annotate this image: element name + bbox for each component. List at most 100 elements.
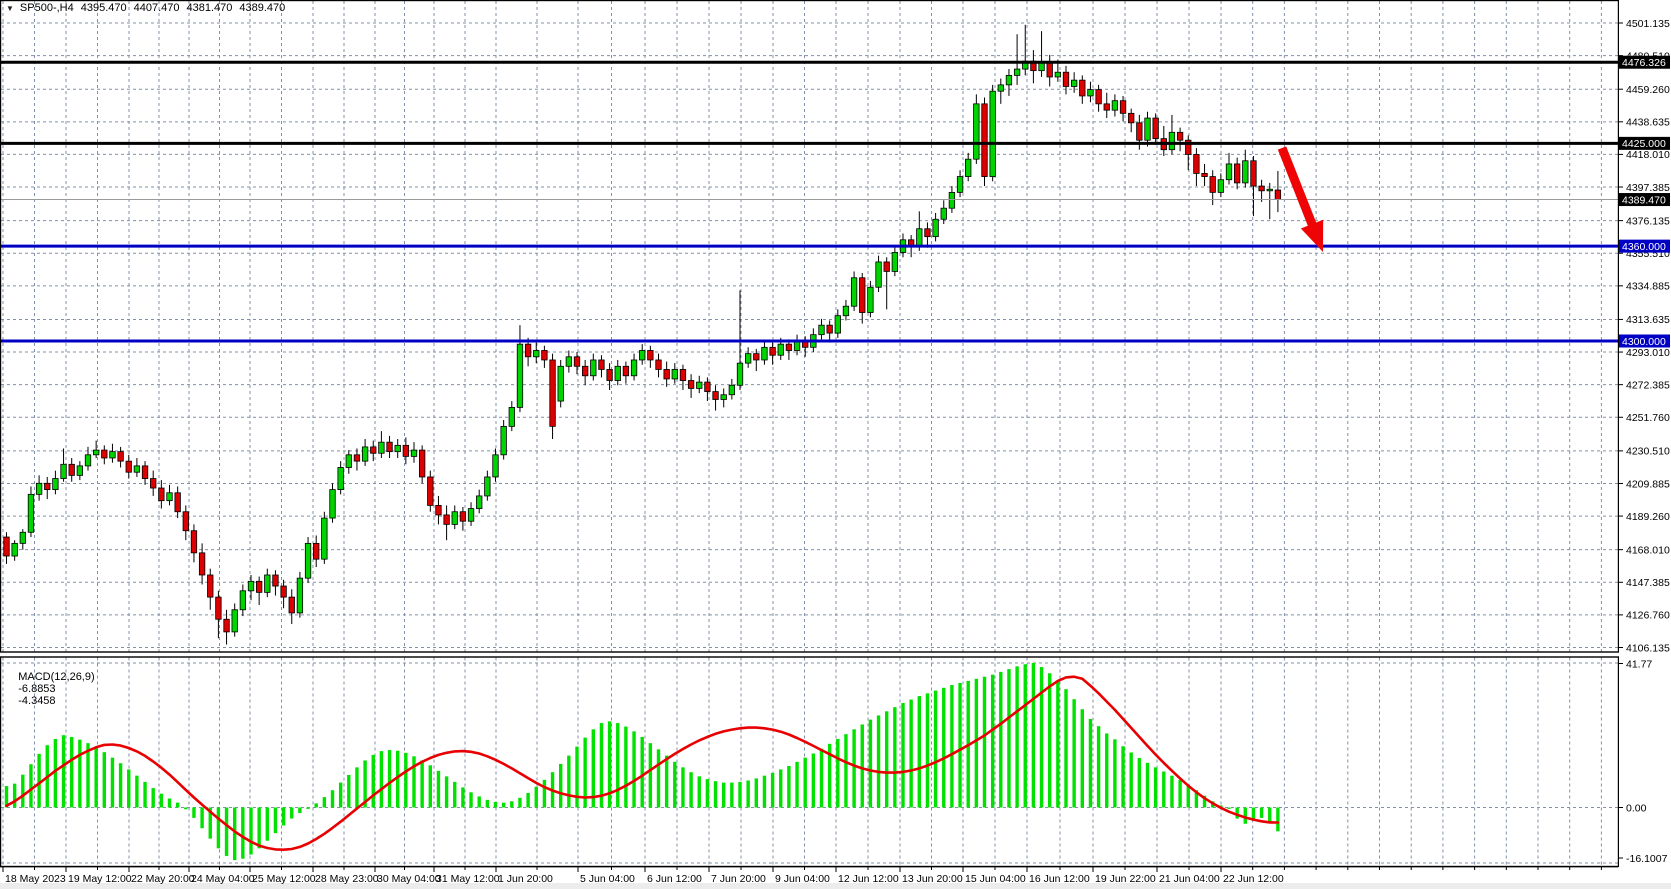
svg-text:4459.260: 4459.260 [1626, 84, 1670, 96]
svg-text:7 Jun 20:00: 7 Jun 20:00 [711, 873, 766, 885]
bear-candle [1251, 161, 1257, 186]
title-open: 4395.470 [81, 2, 127, 14]
bear-candle [354, 455, 360, 461]
bull-candle [1112, 101, 1118, 110]
bear-candle [159, 488, 165, 501]
bear-candle [664, 369, 670, 378]
bull-candle [998, 85, 1004, 91]
svg-text:4425.000: 4425.000 [1622, 138, 1666, 150]
bear-candle [387, 442, 393, 451]
bear-candle [599, 360, 605, 369]
time-axis[interactable]: 18 May 202319 May 12:0022 May 20:0024 Ma… [0, 867, 1671, 889]
bull-candle [1039, 63, 1045, 71]
svg-text:4126.760: 4126.760 [1626, 610, 1670, 622]
bear-candle [142, 466, 148, 479]
bear-candle [281, 586, 287, 597]
bear-candle [1275, 190, 1281, 199]
bull-candle [362, 447, 368, 461]
bear-candle [1080, 80, 1086, 96]
svg-text:4501.135: 4501.135 [1626, 18, 1670, 30]
svg-text:9 Jun 04:00: 9 Jun 04:00 [775, 873, 830, 885]
bear-candle [656, 360, 662, 369]
bull-candle [297, 578, 303, 613]
bull-candle [167, 493, 173, 501]
bear-candle [289, 597, 295, 613]
bear-candle [419, 450, 425, 477]
bear-candle [175, 493, 181, 512]
bear-candle [1202, 173, 1208, 176]
bull-candle [322, 518, 328, 559]
svg-text:15 Jun 04:00: 15 Jun 04:00 [965, 873, 1026, 885]
bull-candle [28, 494, 34, 532]
bull-candle [949, 192, 955, 208]
svg-text:4476.326: 4476.326 [1622, 57, 1666, 69]
svg-text:4334.885: 4334.885 [1626, 281, 1670, 293]
price-axis[interactable]: 4501.1354480.5104459.2604438.6354418.010… [1618, 0, 1671, 889]
bull-candle [639, 350, 645, 359]
bull-candle [974, 104, 980, 159]
bear-candle [1128, 113, 1134, 122]
bull-candle [697, 382, 703, 388]
bear-candle [199, 553, 205, 575]
symbol-dropdown-icon[interactable]: ▼ [6, 4, 14, 13]
svg-text:1 Jun 20:00: 1 Jun 20:00 [498, 873, 553, 885]
bear-candle [860, 278, 866, 313]
bull-candle [493, 455, 499, 477]
bear-candle [550, 360, 556, 426]
svg-text:22 Jun 12:00: 22 Jun 12:00 [1223, 873, 1284, 885]
svg-text:24 May 04:00: 24 May 04:00 [191, 873, 255, 885]
bull-candle [835, 316, 841, 333]
bear-candle [45, 483, 51, 489]
bull-candle [1014, 69, 1020, 75]
bull-candle [729, 385, 735, 394]
svg-text:16 Jun 12:00: 16 Jun 12:00 [1029, 873, 1090, 885]
bull-candle [411, 450, 417, 456]
bull-candle [990, 91, 996, 176]
svg-text:0.00: 0.00 [1626, 802, 1647, 814]
bear-candle [313, 543, 319, 559]
bull-candle [77, 466, 83, 475]
chart-canvas[interactable]: 4501.1354480.5104459.2604438.6354418.010… [0, 0, 1671, 889]
bear-candle [713, 392, 719, 400]
svg-text:4360.000: 4360.000 [1622, 241, 1666, 253]
svg-text:18 May 2023: 18 May 2023 [5, 873, 66, 885]
bull-candle [941, 208, 947, 219]
bear-candle [102, 450, 108, 458]
bull-candle [53, 479, 59, 490]
bull-candle [843, 306, 849, 315]
macd-name: MACD(12,26,9) [18, 671, 94, 683]
bear-candle [371, 447, 377, 453]
bull-candle [476, 496, 482, 509]
bull-candle [305, 543, 311, 578]
svg-text:25 May 12:00: 25 May 12:00 [252, 873, 316, 885]
bear-candle [1153, 118, 1159, 139]
macd-main-value: -6.8853 [18, 683, 55, 695]
bear-candle [1096, 90, 1102, 104]
bear-candle [183, 512, 189, 531]
title-high: 4407.470 [134, 2, 180, 14]
bear-candle [256, 581, 262, 592]
bear-candle [680, 369, 686, 380]
bull-candle [762, 347, 768, 360]
bear-candle [688, 381, 694, 389]
bull-candle [737, 363, 743, 385]
bull-candle [591, 360, 597, 376]
bear-candle [1234, 164, 1240, 183]
bear-candle [216, 597, 222, 619]
bull-candle [338, 467, 344, 489]
svg-text:31 May 12:00: 31 May 12:00 [436, 873, 500, 885]
svg-text:4293.010: 4293.010 [1626, 347, 1670, 359]
bull-candle [672, 369, 678, 378]
svg-text:19 Jun 22:00: 19 Jun 22:00 [1095, 873, 1156, 885]
bull-candle [819, 325, 825, 334]
svg-text:22 May 20:00: 22 May 20:00 [131, 873, 195, 885]
bull-candle [346, 455, 352, 468]
bull-candle [1243, 161, 1249, 183]
bear-candle [648, 350, 654, 359]
bear-candle [150, 479, 156, 488]
bear-candle [224, 619, 230, 632]
bull-candle [134, 466, 140, 472]
bear-candle [460, 512, 466, 521]
bear-candle [525, 344, 531, 357]
svg-text:4313.635: 4313.635 [1626, 314, 1670, 326]
